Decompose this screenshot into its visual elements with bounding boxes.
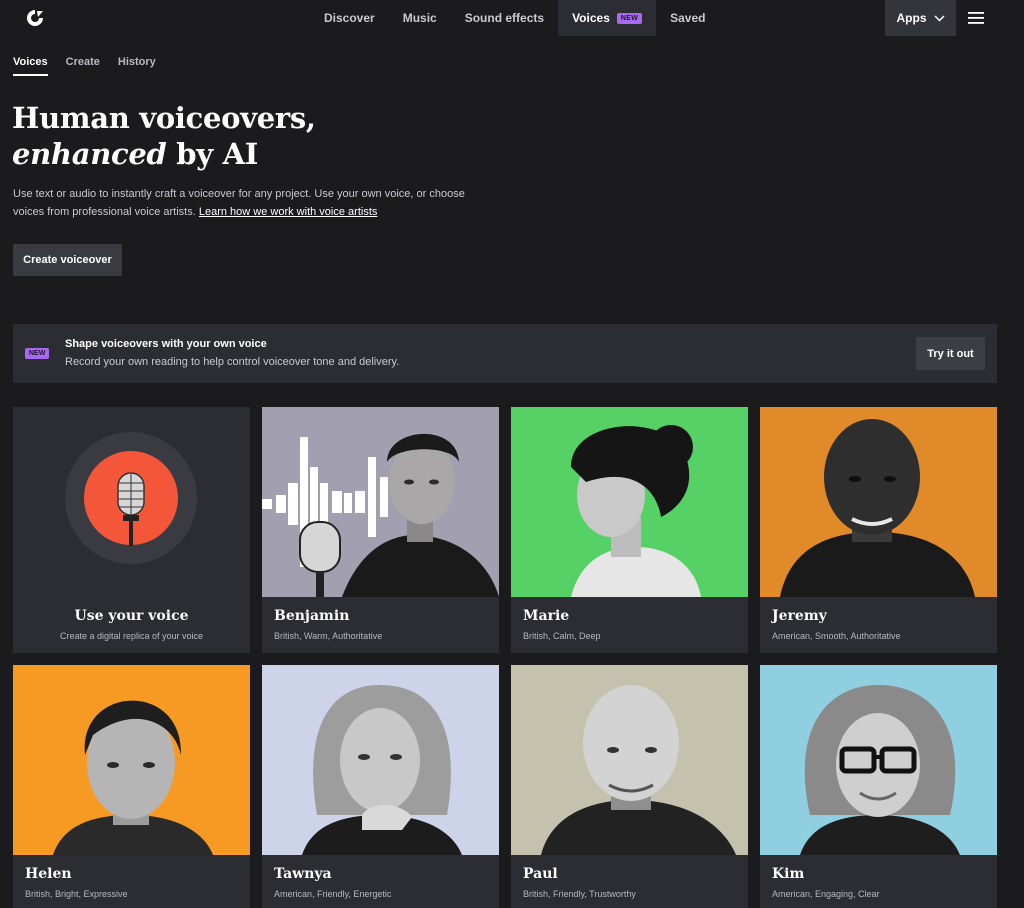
voice-card-tawnya[interactable]: Tawnya American, Friendly, Energetic [262, 665, 499, 908]
voice-portrait [511, 665, 748, 855]
voice-name: Helen [25, 866, 72, 882]
voice-card-paul[interactable]: Paul British, Friendly, Trustworthy [511, 665, 748, 908]
voice-portrait [511, 407, 748, 597]
banner-new-badge: NEW [25, 348, 50, 359]
voices-subtabs: Voices Create History [13, 56, 174, 76]
nav-sound-effects[interactable]: Sound effects [451, 0, 558, 36]
title-rest: by AI [166, 137, 259, 171]
nav-music[interactable]: Music [389, 0, 451, 36]
hamburger-menu-icon[interactable] [966, 8, 986, 28]
voice-portrait [760, 407, 997, 597]
voice-tags: American, Friendly, Energetic [274, 889, 392, 899]
voice-portrait [262, 665, 499, 855]
promo-banner: NEW Shape voiceovers with your own voice… [13, 324, 997, 383]
microphone-icon [65, 432, 197, 564]
apps-label: Apps [896, 11, 927, 25]
envato-logo-icon[interactable] [24, 7, 46, 29]
voice-card-marie[interactable]: Marie British, Calm, Deep [511, 407, 748, 653]
create-voiceover-button[interactable]: Create voiceover [13, 244, 122, 276]
voice-name: Kim [772, 866, 805, 882]
voice-name: Marie [523, 608, 570, 624]
voice-card-jeremy[interactable]: Jeremy American, Smooth, Authoritative [760, 407, 997, 653]
learn-more-link[interactable]: Learn how we work with voice artists [199, 206, 378, 218]
card-subtitle: Create a digital replica of your voice [59, 631, 204, 641]
apps-dropdown-button[interactable]: Apps [885, 0, 956, 36]
nav-discover[interactable]: Discover [310, 0, 389, 36]
top-navigation: Discover Music Sound effects Voices NEW … [0, 0, 1024, 36]
voice-name: Tawnya [274, 866, 332, 882]
tab-history[interactable]: History [118, 56, 156, 76]
voice-tags: British, Calm, Deep [523, 631, 601, 641]
new-badge: NEW [616, 12, 643, 24]
voice-portrait [13, 665, 250, 855]
card-title: Use your voice [74, 608, 189, 624]
main-nav-links: Discover Music Sound effects Voices NEW … [310, 0, 719, 36]
try-it-out-button[interactable]: Try it out [916, 337, 985, 370]
page-title: Human voiceovers, enhanced by AI [12, 100, 316, 172]
nav-voices[interactable]: Voices NEW [558, 0, 657, 36]
voice-name: Jeremy [772, 608, 827, 624]
nav-saved[interactable]: Saved [656, 0, 719, 36]
title-emphasis: enhanced [12, 137, 167, 171]
hero-description: Use text or audio to instantly craft a v… [13, 185, 493, 221]
voice-card-helen[interactable]: Helen British, Bright, Expressive [13, 665, 250, 908]
voice-name: Paul [523, 866, 558, 882]
voice-tags: British, Bright, Expressive [25, 889, 128, 899]
voice-tags: British, Friendly, Trustworthy [523, 889, 636, 899]
card-illustration [13, 407, 250, 597]
tab-voices[interactable]: Voices [13, 56, 48, 76]
voice-name: Benjamin [274, 608, 350, 624]
banner-title: Shape voiceovers with your own voice [65, 338, 267, 350]
title-line-2: enhanced by AI [12, 136, 316, 172]
use-your-voice-card[interactable]: Use your voice Create a digital replica … [13, 407, 250, 653]
title-line-1: Human voiceovers, [12, 101, 316, 135]
voice-portrait [262, 407, 499, 597]
tab-create[interactable]: Create [66, 56, 100, 76]
voice-tags: American, Engaging, Clear [772, 889, 880, 899]
voice-card-benjamin[interactable]: Benjamin British, Warm, Authoritative [262, 407, 499, 653]
nav-voices-label: Voices [572, 11, 610, 25]
voice-portrait [760, 665, 997, 855]
chevron-down-icon [933, 14, 945, 22]
banner-subtitle: Record your own reading to help control … [65, 356, 400, 368]
voice-tags: American, Smooth, Authoritative [772, 631, 901, 641]
voice-tags: British, Warm, Authoritative [274, 631, 383, 641]
voice-card-kim[interactable]: Kim American, Engaging, Clear [760, 665, 997, 908]
